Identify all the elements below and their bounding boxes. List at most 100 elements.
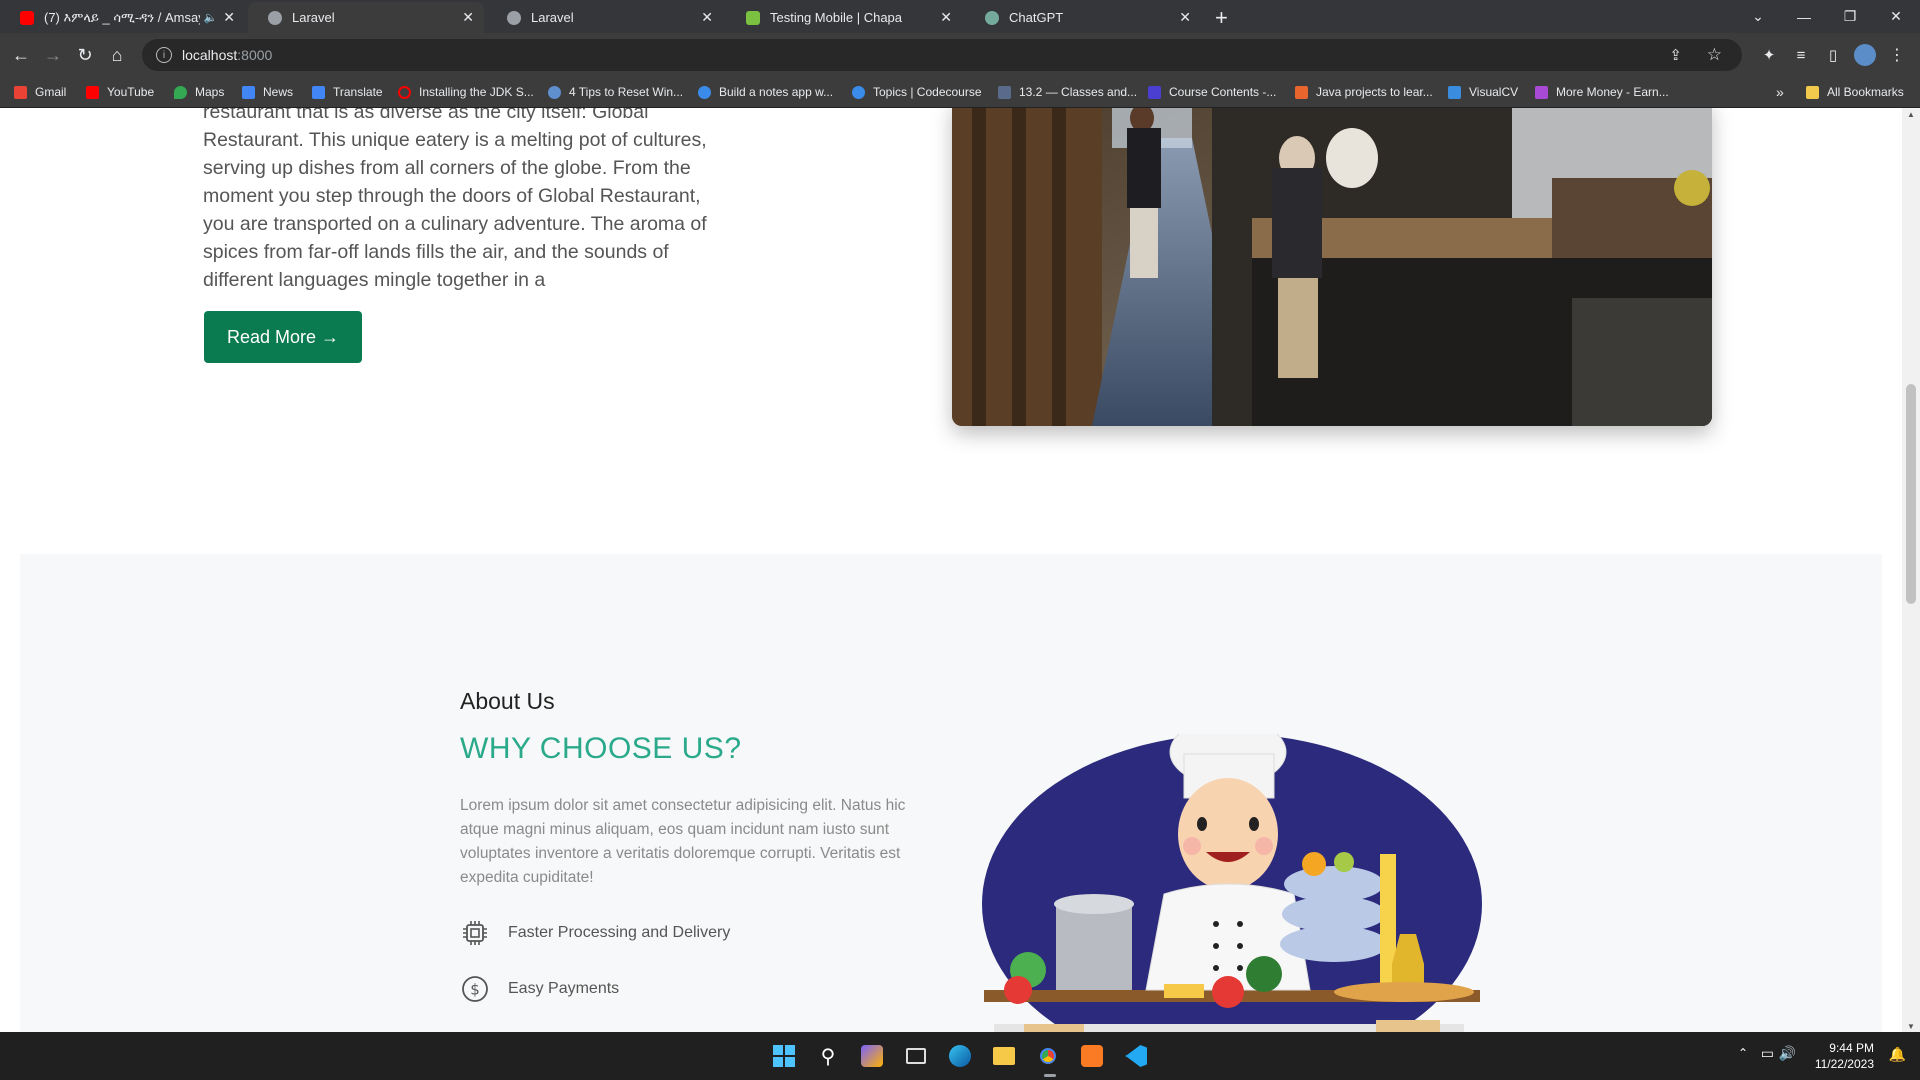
scroll-down-icon[interactable]: ▼ (1906, 1022, 1916, 1031)
close-icon[interactable]: ✕ (940, 9, 952, 26)
tab-chatgpt[interactable]: ChatGPT ✕ (965, 2, 1201, 33)
visualcv-icon (1448, 85, 1461, 99)
bookmarks-bar: Gmail YouTube Maps News Translate Instal… (0, 76, 1920, 108)
menu-icon[interactable]: ⋮ (1884, 42, 1910, 68)
tab-title: Laravel (531, 10, 574, 25)
bookmark-visualcv[interactable]: VisualCV (1448, 83, 1518, 101)
bookmark-cpp-classes[interactable]: 13.2 — Classes and... (998, 83, 1137, 101)
tab-youtube[interactable]: (7) እምላይ _ ሳሚ-ዳን / Amsay 🔈 ✕ (0, 2, 245, 33)
money-icon (1535, 85, 1548, 99)
bookmark-label: Gmail (35, 85, 67, 99)
close-icon[interactable]: ✕ (1179, 9, 1191, 26)
close-icon[interactable]: ✕ (223, 9, 235, 26)
reading-list-icon[interactable]: ≡ (1788, 42, 1814, 68)
youtube-icon (20, 10, 34, 25)
read-more-button[interactable]: Read More → (204, 311, 362, 363)
bookmark-course-contents[interactable]: Course Contents -... (1148, 83, 1276, 101)
terminal-icon (1148, 85, 1161, 99)
codecourse-icon (698, 85, 711, 99)
bookmark-jdk[interactable]: Installing the JDK S... (398, 83, 534, 101)
new-tab-button[interactable]: + (1215, 2, 1228, 33)
dollar-circle-icon: $ (462, 976, 488, 1002)
codecourse-icon (852, 85, 865, 99)
chrome-icon[interactable] (1034, 1042, 1062, 1070)
speaker-icon[interactable]: 🔈 (204, 11, 218, 24)
forward-icon[interactable]: → (40, 42, 66, 68)
active-app-indicator (1044, 1074, 1056, 1077)
page-scrollbar[interactable]: ▲ ▼ (1902, 108, 1920, 1033)
bookmarks-overflow-button[interactable]: » (1776, 83, 1784, 101)
windows-start-icon[interactable] (770, 1042, 798, 1070)
avatar[interactable] (1852, 42, 1878, 68)
tab-title: Laravel (292, 10, 335, 25)
bookmark-translate[interactable]: Translate (312, 83, 383, 101)
volume-icon[interactable]: 🔊 (1779, 1045, 1796, 1062)
clock[interactable]: 9:44 PM 11/22/2023 (1815, 1040, 1874, 1072)
feature-item: $ Easy Payments (460, 974, 619, 1004)
cpu-chip-icon (463, 921, 487, 945)
search-icon[interactable]: ⚲ (814, 1042, 842, 1070)
address-bar[interactable]: i localhost:8000 ⇪ ☆ (142, 39, 1742, 71)
network-icon[interactable]: ▭ (1761, 1045, 1774, 1062)
about-body: Lorem ipsum dolor sit amet consectetur a… (460, 797, 906, 886)
file-explorer-icon[interactable] (990, 1042, 1018, 1070)
home-icon[interactable]: ⌂ (104, 42, 130, 68)
tab-title: Testing Mobile | Chapa (770, 10, 903, 25)
close-icon[interactable]: ✕ (462, 9, 474, 26)
scrollbar-thumb[interactable] (1906, 384, 1916, 604)
bookmark-label: Course Contents -... (1169, 85, 1277, 99)
scroll-up-icon[interactable]: ▲ (1906, 110, 1916, 119)
tab-laravel-active[interactable]: Laravel ✕ (248, 2, 484, 33)
task-view-icon[interactable] (902, 1042, 930, 1070)
about-title: WHY CHOOSE US? (460, 732, 742, 765)
bookmark-label: Translate (333, 85, 383, 99)
page-viewport: restaurant that is as diverse as the cit… (0, 108, 1902, 1033)
bookmark-notes-app[interactable]: Build a notes app w... (698, 83, 833, 101)
feature-item: Faster Processing and Delivery (460, 918, 730, 948)
star-icon[interactable]: ☆ (1707, 45, 1722, 65)
bookmark-news[interactable]: News (242, 83, 293, 101)
bookmark-gmail[interactable]: Gmail (14, 83, 66, 101)
widgets-icon[interactable] (858, 1042, 886, 1070)
back-icon[interactable]: ← (8, 42, 34, 68)
windows-taskbar: ⚲ ⌃ ▭ 🔊 9:44 PM 11/22/2023 🔔 (0, 1032, 1920, 1080)
chevron-up-icon[interactable]: ⌃ (1738, 1046, 1748, 1060)
bookmark-maps[interactable]: Maps (174, 83, 224, 101)
bookmark-label: 4 Tips to Reset Win... (569, 85, 684, 99)
bookmark-label: Maps (195, 85, 225, 99)
feature-label: Faster Processing and Delivery (508, 924, 731, 941)
close-icon[interactable]: ✕ (701, 9, 713, 26)
all-bookmarks[interactable]: All Bookmarks (1806, 83, 1904, 101)
gmail-icon (14, 85, 27, 99)
extensions-icon[interactable]: ✦ (1756, 42, 1782, 68)
reload-icon[interactable]: ↻ (72, 42, 98, 68)
share-icon[interactable]: ⇪ (1669, 46, 1682, 64)
tab-laravel[interactable]: Laravel ✕ (487, 2, 723, 33)
bookmark-java-projects[interactable]: Java projects to lear... (1295, 83, 1433, 101)
bookmark-reset-win[interactable]: 4 Tips to Reset Win... (548, 83, 683, 101)
bookmark-label: 13.2 — Classes and... (1019, 85, 1138, 99)
close-window-icon[interactable]: ✕ (1873, 0, 1919, 33)
site-info-icon[interactable]: i (156, 47, 172, 63)
globe-icon (268, 10, 282, 25)
clock-date: 11/22/2023 (1814, 1057, 1874, 1071)
bookmark-youtube[interactable]: YouTube (86, 83, 154, 101)
xampp-icon[interactable] (1078, 1042, 1106, 1070)
youtube-icon (86, 85, 99, 99)
tab-strip: (7) እምላይ _ ሳሚ-ዳን / Amsay 🔈 ✕ Laravel ✕ L… (0, 0, 1920, 33)
bookmark-label: YouTube (107, 85, 155, 99)
edge-icon[interactable] (946, 1042, 974, 1070)
minimize-icon[interactable]: — (1781, 0, 1827, 33)
side-panel-icon[interactable]: ▯ (1820, 42, 1846, 68)
tab-search-icon[interactable]: ⌄ (1735, 0, 1781, 33)
restaurant-photo (952, 108, 1712, 426)
bookmark-codecourse[interactable]: Topics | Codecourse (852, 83, 982, 101)
bookmark-label: Installing the JDK S... (419, 85, 534, 99)
bookmark-label: News (263, 85, 294, 99)
restore-icon[interactable]: ❐ (1827, 0, 1873, 33)
bookmark-more-money[interactable]: More Money - Earn... (1535, 83, 1669, 101)
notification-bell-icon[interactable]: 🔔 (1889, 1046, 1906, 1063)
tab-chapa[interactable]: Testing Mobile | Chapa ✕ (726, 2, 962, 33)
bookmark-label: Build a notes app w... (719, 85, 834, 99)
vscode-icon[interactable] (1122, 1042, 1150, 1070)
